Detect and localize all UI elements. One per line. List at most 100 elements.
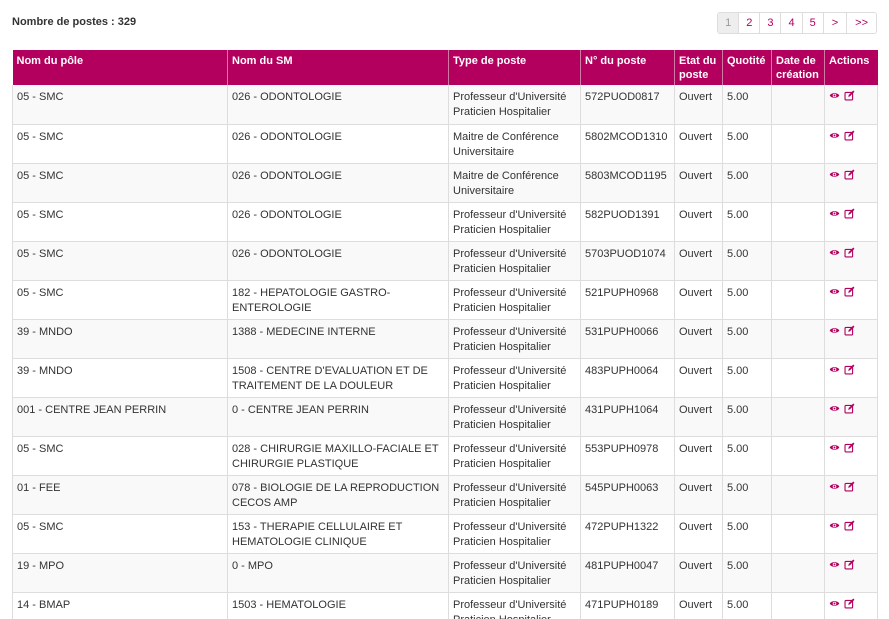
cell-actions	[824, 553, 878, 593]
cell-quotite: 5.00	[722, 514, 772, 554]
column-header-quotite[interactable]: Quotité	[722, 50, 772, 85]
column-header-actions: Actions	[824, 50, 878, 85]
edit-icon[interactable]	[844, 208, 855, 219]
eye-icon[interactable]	[829, 286, 840, 297]
cell-date-creation	[771, 553, 825, 593]
eye-icon[interactable]	[829, 130, 840, 141]
eye-icon[interactable]	[829, 247, 840, 258]
cell-date-creation	[771, 436, 825, 476]
cell-etat: Ouvert	[674, 397, 723, 437]
edit-icon[interactable]	[844, 325, 855, 336]
cell-sm: 182 - HEPATOLOGIE GASTRO-ENTEROLOGIE	[227, 280, 449, 320]
edit-icon[interactable]	[844, 598, 855, 609]
eye-icon[interactable]	[829, 169, 840, 180]
table-row: 05 - SMC 026 - ODONTOLOGIE Maitre de Confé…	[12, 124, 878, 164]
cell-pole: 39 - MNDO	[12, 319, 228, 359]
eye-icon[interactable]	[829, 325, 840, 336]
row-actions	[829, 559, 873, 570]
eye-icon[interactable]	[829, 208, 840, 219]
cell-date-creation	[771, 202, 825, 242]
cell-etat: Ouvert	[674, 85, 723, 125]
cell-type-poste: Professeur d'Université Praticien Hospit…	[448, 436, 581, 476]
cell-actions	[824, 358, 878, 398]
column-header-pole[interactable]: Nom du pôle	[12, 50, 228, 85]
cell-etat: Ouvert	[674, 280, 723, 320]
cell-etat: Ouvert	[674, 436, 723, 476]
pagination: 1 2 3 4 5 > >>	[717, 12, 877, 34]
cell-pole: 05 - SMC	[12, 202, 228, 242]
eye-icon[interactable]	[829, 481, 840, 492]
cell-numero-poste: 545PUPH0063	[580, 475, 675, 515]
cell-actions	[824, 124, 878, 164]
cell-sm: 026 - ODONTOLOGIE	[227, 202, 449, 242]
cell-type-poste: Professeur d'Université Praticien Hospit…	[448, 514, 581, 554]
cell-quotite: 5.00	[722, 202, 772, 242]
cell-numero-poste: 5802MCOD1310	[580, 124, 675, 164]
edit-icon[interactable]	[844, 481, 855, 492]
edit-icon[interactable]	[844, 169, 855, 180]
cell-type-poste: Professeur d'Université Praticien Hospit…	[448, 358, 581, 398]
cell-quotite: 5.00	[722, 397, 772, 437]
cell-pole: 05 - SMC	[12, 124, 228, 164]
eye-icon[interactable]	[829, 364, 840, 375]
cell-numero-poste: 553PUPH0978	[580, 436, 675, 476]
cell-pole: 001 - CENTRE JEAN PERRIN	[12, 397, 228, 437]
cell-date-creation	[771, 514, 825, 554]
column-header-type[interactable]: Type de poste	[448, 50, 581, 85]
row-actions	[829, 403, 873, 414]
eye-icon[interactable]	[829, 559, 840, 570]
cell-quotite: 5.00	[722, 280, 772, 320]
last-page-link[interactable]: >>	[846, 13, 876, 33]
edit-icon[interactable]	[844, 90, 855, 101]
cell-quotite: 5.00	[722, 163, 772, 203]
page-1-link[interactable]: 1	[718, 13, 739, 33]
cell-type-poste: Professeur d'Université Praticien Hospit…	[448, 553, 581, 593]
edit-icon[interactable]	[844, 286, 855, 297]
next-page-link[interactable]: >	[822, 13, 847, 33]
eye-icon[interactable]	[829, 442, 840, 453]
cell-pole: 05 - SMC	[12, 85, 228, 125]
edit-icon[interactable]	[844, 442, 855, 453]
edit-icon[interactable]	[844, 247, 855, 258]
edit-icon[interactable]	[844, 520, 855, 531]
table-row: 05 - SMC 182 - HEPATOLOGIE GASTRO-ENTEROL…	[12, 280, 878, 320]
cell-pole: 05 - SMC	[12, 163, 228, 203]
table-body: 05 - SMC 026 - ODONTOLOGIE Professeur d'Un…	[12, 85, 878, 619]
column-header-etat[interactable]: Etat du poste	[674, 50, 723, 85]
row-actions	[829, 247, 873, 258]
row-actions	[829, 286, 873, 297]
page-4-link[interactable]: 4	[780, 13, 802, 33]
table-row: 05 - SMC 153 - THERAPIE CELLULAIRE ET HEM…	[12, 514, 878, 554]
eye-icon[interactable]	[829, 520, 840, 531]
column-header-sm[interactable]: Nom du SM	[227, 50, 449, 85]
cell-numero-poste: 431PUPH1064	[580, 397, 675, 437]
page: Nombre de postes : 329 1 2 3 4 5 > >> Nom du p…	[0, 0, 889, 619]
cell-date-creation	[771, 592, 825, 619]
column-header-numero[interactable]: N° du poste	[580, 50, 675, 85]
page-5-link[interactable]: 5	[801, 13, 823, 33]
page-2-link[interactable]: 2	[738, 13, 760, 33]
edit-icon[interactable]	[844, 364, 855, 375]
page-3-link[interactable]: 3	[759, 13, 781, 33]
eye-icon[interactable]	[829, 598, 840, 609]
row-actions	[829, 208, 873, 219]
cell-actions	[824, 163, 878, 203]
edit-icon[interactable]	[844, 559, 855, 570]
table-row: 01 - FEE 078 - BIOLOGIE DE LA REPRODUCTIO…	[12, 475, 878, 515]
cell-sm: 1503 - HEMATOLOGIE	[227, 592, 449, 619]
cell-etat: Ouvert	[674, 592, 723, 619]
cell-pole: 05 - SMC	[12, 241, 228, 281]
cell-type-poste: Professeur d'Université Praticien Hospit…	[448, 592, 581, 619]
eye-icon[interactable]	[829, 403, 840, 414]
eye-icon[interactable]	[829, 90, 840, 101]
edit-icon[interactable]	[844, 130, 855, 141]
table-row: 05 - SMC 026 - ODONTOLOGIE Professeur d'Un…	[12, 85, 878, 125]
cell-actions	[824, 592, 878, 619]
table-row: 05 - SMC 028 - CHIRURGIE MAXILLO-FACIALE …	[12, 436, 878, 476]
edit-icon[interactable]	[844, 403, 855, 414]
table-row: 05 - SMC 026 - ODONTOLOGIE Professeur d'Un…	[12, 202, 878, 242]
cell-actions	[824, 85, 878, 125]
column-header-date-creation[interactable]: Date de création	[771, 50, 825, 85]
cell-actions	[824, 475, 878, 515]
cell-pole: 05 - SMC	[12, 280, 228, 320]
